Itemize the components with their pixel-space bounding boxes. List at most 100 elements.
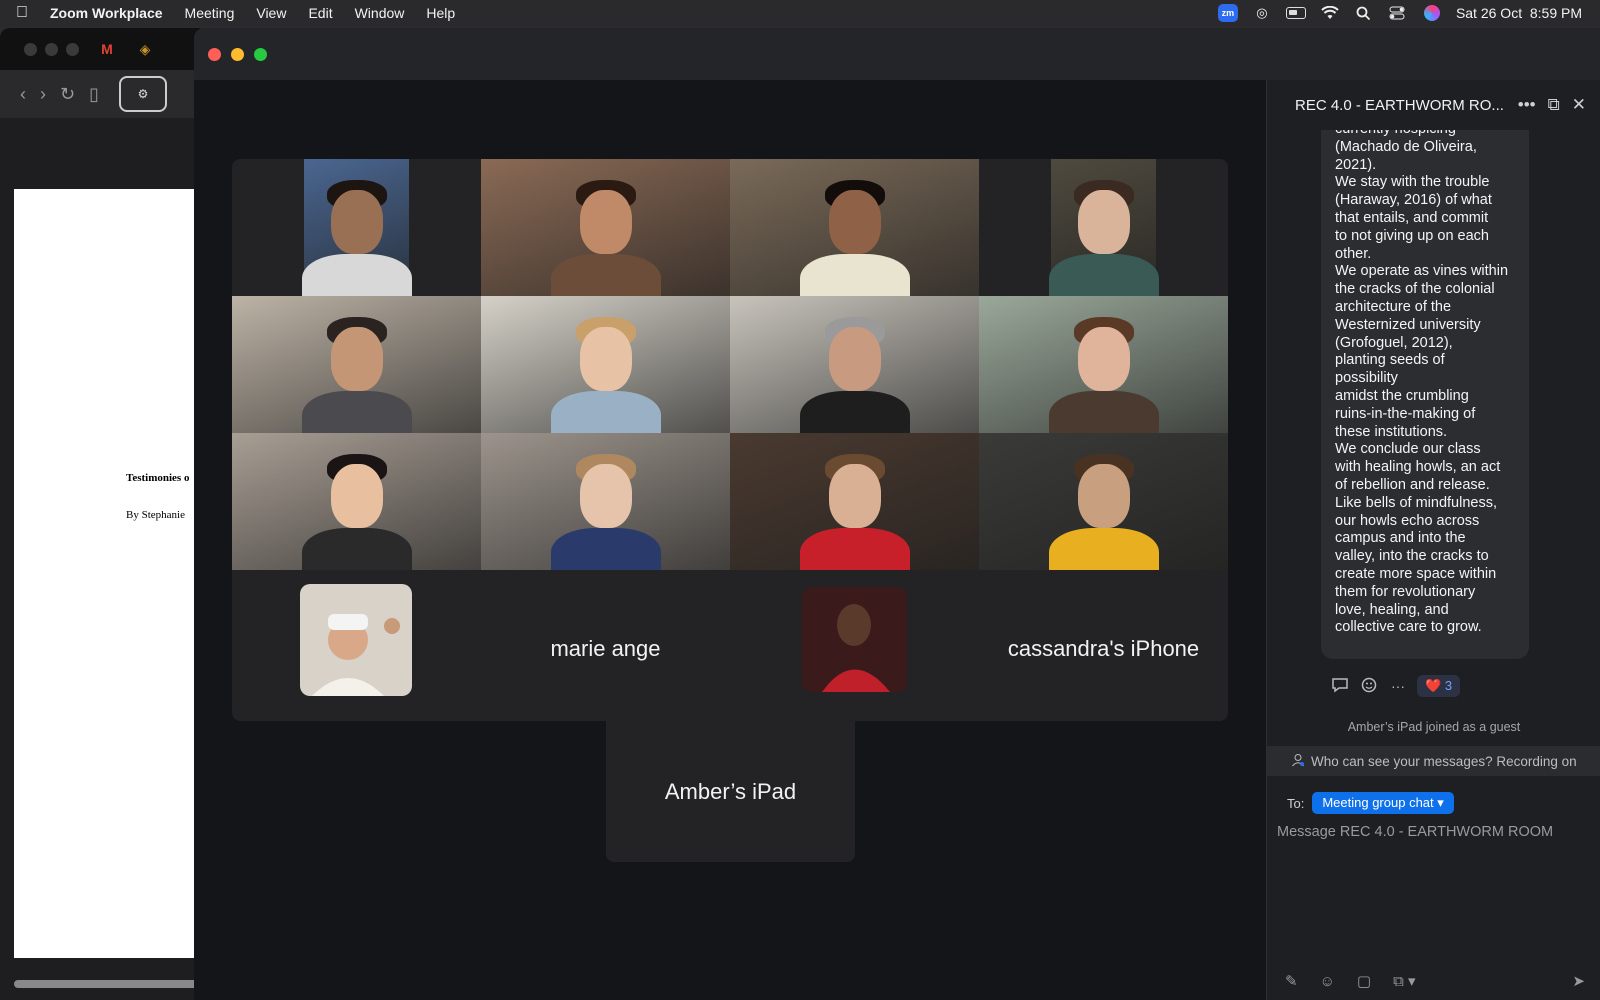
gmail-tab-icon[interactable]: M	[97, 41, 117, 57]
video-tile-participant-12[interactable]	[979, 433, 1228, 570]
message-input[interactable]	[1277, 820, 1587, 844]
video-tile-participant-6[interactable]	[481, 296, 730, 433]
zoom-meeting-window: marie ange cassandra's iPhone Amber’s iP…	[194, 28, 1600, 1000]
reply-icon[interactable]	[1331, 677, 1349, 696]
video-feed	[979, 433, 1228, 570]
video-tile-participant-11[interactable]	[730, 433, 979, 570]
message-line: We operate as vines within	[1335, 263, 1509, 280]
browser-minimize-dot[interactable]	[45, 42, 58, 56]
participant-avatar-2[interactable]	[802, 587, 907, 692]
spotlight-search-icon[interactable]	[1354, 5, 1374, 21]
video-tile-participant-8[interactable]	[979, 296, 1228, 433]
forward-icon[interactable]: ›	[40, 84, 46, 105]
format-text-icon[interactable]: ✎	[1285, 972, 1298, 990]
video-tile-participant-7[interactable]	[730, 296, 979, 433]
message-text: currently hospicing(Machado de Oliveira,…	[1335, 130, 1521, 637]
minimize-window-button[interactable]	[231, 47, 244, 61]
browser-zoom-dot[interactable]	[66, 42, 79, 56]
menu-window[interactable]: Window	[344, 5, 416, 21]
back-icon[interactable]: ‹	[20, 84, 26, 105]
chat-message-bubble[interactable]: currently hospicing(Machado de Oliveira,…	[1321, 130, 1529, 659]
video-tile-participant-5[interactable]	[232, 296, 481, 433]
close-chat-icon[interactable]: ✕	[1572, 95, 1586, 115]
participant-avatar-1[interactable]	[300, 584, 412, 696]
chat-panel: REC 4.0 - EARTHWORM RO... ••• ⧉ ✕ curren…	[1266, 80, 1600, 1000]
message-line: possibility	[1335, 370, 1398, 387]
message-line: currently hospicing	[1335, 130, 1521, 139]
zoom-status-icon[interactable]: zm	[1217, 4, 1238, 22]
tab-icon[interactable]: ◈	[135, 41, 155, 57]
video-feed	[979, 296, 1228, 433]
add-reaction-icon[interactable]	[1361, 676, 1379, 697]
screenshot-icon[interactable]: ⧉ ▾	[1393, 972, 1415, 990]
participant-name-cassandras-iphone[interactable]: cassandra's iPhone	[979, 579, 1228, 719]
recipient-select[interactable]: Meeting group chat ▾	[1312, 792, 1454, 814]
menu-edit[interactable]: Edit	[297, 5, 343, 21]
wifi-icon[interactable]	[1320, 5, 1340, 21]
video-feed	[481, 433, 730, 570]
privacy-notice-text: Who can see your messages? Recording on	[1311, 753, 1577, 769]
file-icon[interactable]: ▢	[1357, 972, 1371, 990]
video-feed	[301, 159, 412, 296]
send-icon[interactable]: ➤	[1572, 972, 1585, 990]
menu-view[interactable]: View	[245, 5, 297, 21]
video-tile-participant-3[interactable]	[730, 159, 979, 296]
message-line: planting seeds of	[1335, 352, 1445, 369]
reaction-count: 3	[1444, 678, 1453, 693]
menu-meeting[interactable]: Meeting	[174, 5, 246, 21]
apple-menu-icon[interactable]: 	[0, 4, 44, 22]
message-line: (Haraway, 2016) of what	[1335, 192, 1492, 209]
privacy-notice-bar[interactable]: Who can see your messages? Recording on	[1267, 746, 1600, 776]
popout-icon[interactable]: ⧉	[1548, 95, 1560, 115]
video-feed	[232, 433, 481, 570]
person-icon	[1291, 753, 1305, 770]
video-tile-participant-1[interactable]	[232, 159, 481, 296]
menu-help[interactable]: Help	[415, 5, 466, 21]
video-tile-participant-4[interactable]	[979, 159, 1228, 296]
heart-reaction-pill[interactable]: ❤️ 3	[1417, 675, 1461, 697]
menubar-datetime[interactable]: Sat 26 Oct 8:59 PM	[1456, 5, 1582, 21]
battery-icon[interactable]	[1285, 5, 1306, 21]
more-options-icon[interactable]: •••	[1518, 95, 1536, 115]
browser-close-dot[interactable]	[24, 42, 37, 56]
browser-scrollbar[interactable]	[14, 980, 200, 988]
bookmark-icon[interactable]: ▯	[89, 84, 99, 105]
site-settings-icon[interactable]: ⚙	[119, 76, 167, 112]
reload-icon[interactable]: ↻	[60, 84, 75, 105]
join-notice: Amber’s iPad joined as a guest	[1347, 720, 1521, 734]
message-line: valley, into the cracks to	[1335, 548, 1489, 565]
video-feed	[481, 159, 730, 296]
message-more-icon[interactable]: ···	[1391, 678, 1405, 694]
message-line: We stay with the trouble	[1335, 174, 1490, 191]
message-line: (Grofoguel, 2012),	[1335, 334, 1453, 351]
message-reactions: ··· ❤️ 3	[1331, 675, 1461, 697]
message-line: amidst the crumbling	[1335, 387, 1469, 404]
video-feed	[1048, 159, 1159, 296]
document-byline-fragment: By Stephanie	[126, 509, 185, 521]
close-window-button[interactable]	[208, 47, 221, 61]
emoji-icon[interactable]: ☺	[1320, 973, 1335, 990]
video-tile-participant-10[interactable]	[481, 433, 730, 570]
message-line: that entails, and commit	[1335, 209, 1489, 226]
message-line: create more space within	[1335, 565, 1497, 582]
background-browser-window[interactable]: M ◈ ‹ › ↻ ▯ ⚙ Testimonies o By Stephanie	[0, 28, 200, 1000]
recipient-row: To: Meeting group chat ▾	[1287, 792, 1454, 814]
document-page: Testimonies o By Stephanie	[14, 189, 200, 958]
heart-emoji: ❤️	[1425, 678, 1442, 693]
fullscreen-window-button[interactable]	[254, 47, 267, 61]
message-line: architecture of the	[1335, 298, 1452, 315]
chat-title: REC 4.0 - EARTHWORM RO...	[1295, 96, 1504, 114]
control-center-icon[interactable]	[1388, 5, 1408, 21]
message-line: other.	[1335, 245, 1372, 262]
video-tile-participant-2[interactable]	[481, 159, 730, 296]
siri-icon[interactable]	[1422, 5, 1442, 21]
browser-toolbar: ‹ › ↻ ▯ ⚙	[0, 70, 200, 118]
video-tile-participant-9[interactable]	[232, 433, 481, 570]
participant-name-marie-ange[interactable]: marie ange	[481, 579, 730, 719]
status-area: zm ◎ Sat 26 Oct 8:59 PM	[1217, 4, 1600, 22]
participant-name-ambers-ipad[interactable]: Amber’s iPad	[606, 721, 855, 862]
menu-app-name[interactable]: Zoom Workplace	[44, 5, 174, 21]
video-feed	[481, 296, 730, 433]
creative-cloud-icon[interactable]: ◎	[1252, 5, 1272, 21]
message-line: (Machado de Oliveira,	[1335, 138, 1477, 155]
